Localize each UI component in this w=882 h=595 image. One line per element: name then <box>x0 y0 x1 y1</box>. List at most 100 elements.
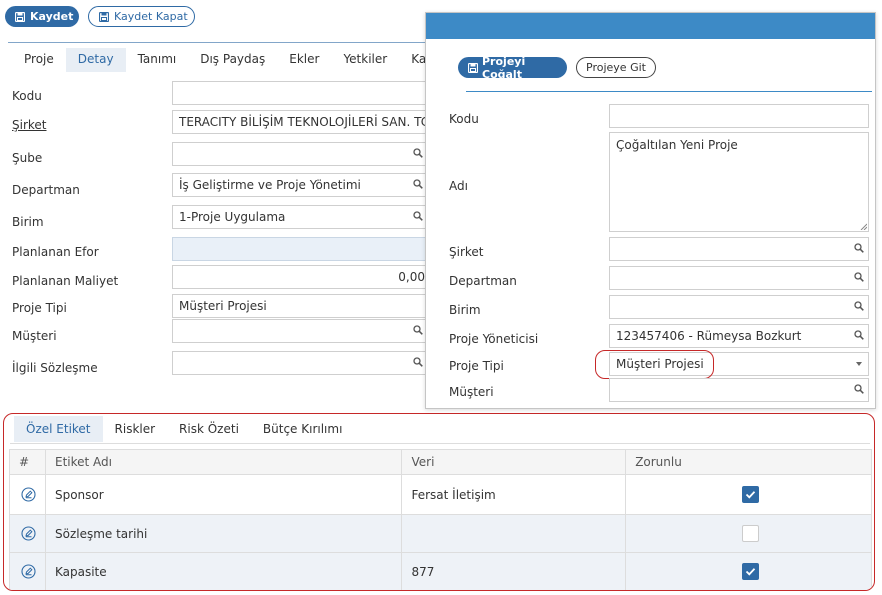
dialog-adi-textarea[interactable]: Çoğaltılan Yeni Proje <box>609 132 869 232</box>
dialog-header[interactable] <box>426 13 875 39</box>
checkbox-icon[interactable] <box>742 486 760 503</box>
dialog-proje-yoneticisi-label: Proje Yöneticisi <box>449 332 539 346</box>
kodu-label: Kodu <box>12 89 42 103</box>
dialog-birim-label: Birim <box>449 303 481 317</box>
search-icon[interactable] <box>854 272 864 282</box>
go-to-project-button[interactable]: Projeye Git <box>576 57 656 78</box>
floppy-icon <box>15 11 25 22</box>
birim-field[interactable]: 1-Proje Uygulama <box>172 205 428 229</box>
label-value-cell <box>401 514 627 553</box>
search-icon[interactable] <box>413 179 423 189</box>
sube-field[interactable] <box>172 142 428 166</box>
tab-riskler[interactable]: Riskler <box>103 416 168 442</box>
proje-tipi-select[interactable]: Müşteri Projesi <box>172 294 428 318</box>
search-icon[interactable] <box>854 384 864 394</box>
search-icon[interactable] <box>413 211 423 221</box>
dialog-divider <box>466 91 872 92</box>
search-icon[interactable] <box>413 148 423 158</box>
checkbox-icon[interactable] <box>742 525 760 542</box>
row-action-cell <box>9 552 46 590</box>
ilgili-sozlesme-field[interactable] <box>172 351 428 375</box>
tab-risk-ozeti[interactable]: Risk Özeti <box>167 416 251 442</box>
musteri-field[interactable] <box>172 319 428 343</box>
table-header-row: # Etiket Adı Veri Zorunlu <box>9 449 872 475</box>
row-action-cell <box>9 474 46 515</box>
search-icon[interactable] <box>854 301 864 311</box>
required-cell <box>625 474 872 515</box>
column-header[interactable]: Etiket Adı <box>44 449 403 475</box>
tab-detay[interactable]: Detay <box>65 48 126 72</box>
resize-grip-icon[interactable] <box>860 223 867 230</box>
birim-label: Birim <box>12 215 44 229</box>
planlanan-maliyet-label: Planlanan Maliyet <box>12 274 119 288</box>
label-name-cell: Sözleşme tarihi <box>44 514 403 553</box>
dialog-birim-field[interactable] <box>609 295 869 319</box>
dialog-sirket-field[interactable] <box>609 237 869 261</box>
save-button[interactable]: Kaydet <box>5 6 79 27</box>
bottom-tabs-divider <box>10 443 870 444</box>
label-name-cell: Kapasite <box>44 552 403 590</box>
dialog-adi-value: Çoğaltılan Yeni Proje <box>616 138 738 152</box>
floppy-icon <box>468 62 478 73</box>
dialog-proje-yoneticisi-field[interactable]: 123457406 - Rümeysa Bozkurt <box>609 324 869 348</box>
departman-field[interactable]: İş Geliştirme ve Proje Yönetimi <box>172 173 428 197</box>
dialog-departman-field[interactable] <box>609 266 869 290</box>
planlanan-maliyet-field[interactable]: 0,00 <box>172 265 428 289</box>
ilgili-sozlesme-label: İlgili Sözleşme <box>12 361 98 375</box>
proje-tipi-label: Proje Tipi <box>12 301 67 315</box>
save-close-button[interactable]: Kaydet Kapat <box>88 6 195 27</box>
dialog-proje-tipi-value: Müşteri Projesi <box>616 357 704 371</box>
sube-label: Şube <box>12 151 43 165</box>
dialog-adi-label: Adı <box>449 179 468 193</box>
duplicate-project-label: Projeyi Çoğalt <box>482 54 526 81</box>
table-row[interactable]: Sözleşme tarihi <box>9 514 872 553</box>
search-icon[interactable] <box>854 243 864 253</box>
bottom-panel: Özel Etiket Riskler Risk Özeti Bütçe Kır… <box>3 413 875 591</box>
departman-value: İş Geliştirme ve Proje Yönetimi <box>179 178 361 192</box>
chevron-down-icon[interactable] <box>856 362 862 366</box>
table-row[interactable]: Kapasite 877 <box>9 552 872 590</box>
label-value-cell: Fersat İletişim <box>401 474 627 515</box>
edit-icon[interactable] <box>21 526 36 541</box>
column-header[interactable]: Zorunlu <box>625 449 872 475</box>
tabs-divider <box>8 42 428 43</box>
dialog-departman-label: Departman <box>449 274 517 288</box>
column-header[interactable]: Veri <box>401 449 627 475</box>
floppy-icon <box>99 11 109 22</box>
tab-ozel-etiket[interactable]: Özel Etiket <box>14 416 103 442</box>
label-value-cell: 877 <box>401 552 627 590</box>
bottom-tabs: Özel Etiket Riskler Risk Özeti Bütçe Kır… <box>14 416 354 442</box>
musteri-label: Müşteri <box>12 329 57 343</box>
dialog-kodu-label: Kodu <box>449 112 479 126</box>
required-cell <box>625 514 872 553</box>
edit-icon[interactable] <box>21 487 36 502</box>
table-row[interactable]: Sponsor Fersat İletişim <box>9 474 872 515</box>
sirket-field[interactable]: TERACITY BİLİŞİM TEKNOLOJİLERİ SAN. TC <box>172 110 428 134</box>
row-action-cell <box>9 514 46 553</box>
dialog-proje-yoneticisi-value: 123457406 - Rümeysa Bozkurt <box>616 329 802 343</box>
dialog-kodu-field[interactable] <box>609 104 869 128</box>
dialog-proje-tipi-select[interactable]: Müşteri Projesi <box>609 352 869 376</box>
dialog-sirket-label: Şirket <box>449 245 484 259</box>
tab-dis-paydas[interactable]: Dış Paydaş <box>188 48 277 72</box>
duplicate-project-button[interactable]: Projeyi Çoğalt <box>458 54 567 81</box>
search-icon[interactable] <box>413 325 423 335</box>
dialog-musteri-label: Müşteri <box>449 385 494 399</box>
tab-tanimi[interactable]: Tanımı <box>126 48 189 72</box>
search-icon[interactable] <box>413 357 423 367</box>
dialog-musteri-field[interactable] <box>609 378 869 402</box>
tab-butce-kirilimi[interactable]: Bütçe Kırılımı <box>251 416 355 442</box>
departman-label: Departman <box>12 183 80 197</box>
planlanan-efor-field[interactable] <box>172 237 428 261</box>
tab-proje[interactable]: Proje <box>12 48 66 72</box>
column-header: # <box>9 449 46 475</box>
label-name-cell: Sponsor <box>44 474 403 515</box>
birim-value: 1-Proje Uygulama <box>179 210 286 224</box>
search-icon[interactable] <box>854 330 864 340</box>
tab-yetkiler[interactable]: Yetkiler <box>331 48 399 72</box>
tab-ekler[interactable]: Ekler <box>277 48 331 72</box>
kodu-field[interactable] <box>172 81 428 105</box>
edit-icon[interactable] <box>21 564 36 579</box>
sirket-label[interactable]: Şirket <box>12 118 47 132</box>
checkbox-icon[interactable] <box>742 563 760 580</box>
